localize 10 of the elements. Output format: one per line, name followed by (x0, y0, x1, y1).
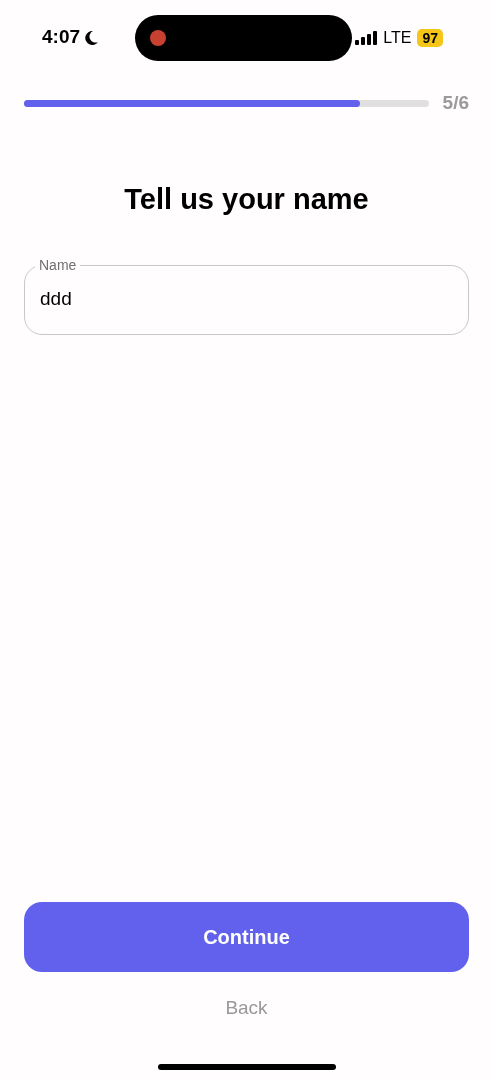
step-counter: 5/6 (442, 91, 469, 115)
signal-icon (355, 30, 378, 45)
name-input[interactable]: ddd (35, 274, 458, 324)
page-title: Tell us your name (123, 181, 370, 217)
moon-icon (83, 29, 100, 46)
battery-indicator: 97 (417, 28, 443, 47)
field-label: Name (38, 256, 78, 274)
continue-button[interactable]: Continue (24, 901, 469, 972)
network-label: LTE (383, 27, 412, 48)
status-time: 4:07 (42, 25, 81, 50)
